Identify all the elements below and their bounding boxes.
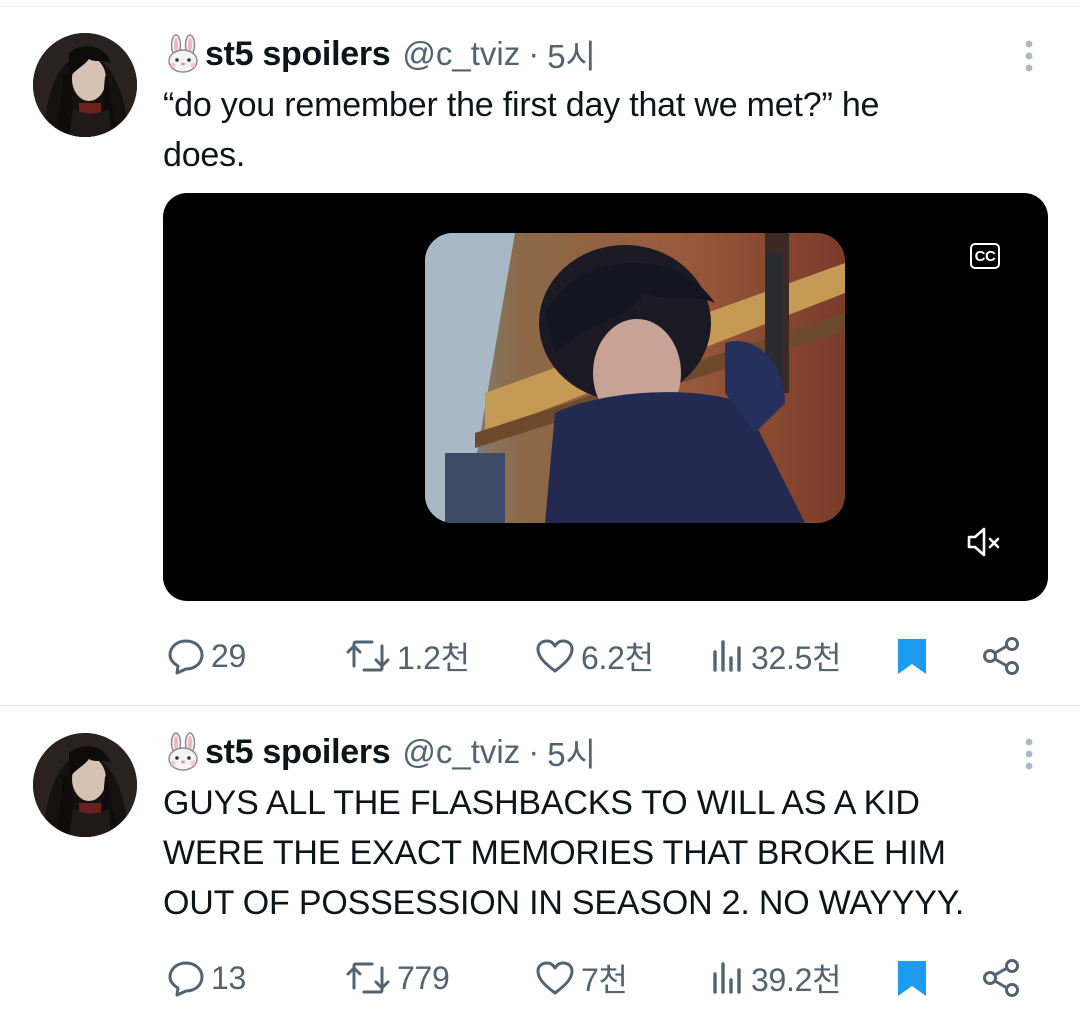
separator-dot: · xyxy=(528,35,540,72)
repost-icon xyxy=(346,640,390,672)
like-count: 7천 xyxy=(581,962,628,998)
share-icon xyxy=(983,959,1019,997)
share-icon xyxy=(983,637,1019,675)
view-count: 32.5천 xyxy=(751,640,842,676)
reply-count: 13 xyxy=(211,959,246,996)
repost-icon xyxy=(346,962,390,994)
repost-count: 1.2천 xyxy=(397,640,470,676)
views-chart-icon xyxy=(713,640,741,672)
tweet-text-line: WERE THE EXACT MEMORIES THAT BROKE HIM xyxy=(163,834,946,872)
views-button[interactable]: 32.5천 xyxy=(711,628,842,684)
like-button[interactable]: 7천 xyxy=(535,950,628,1006)
author-handle[interactable]: @c_tviz xyxy=(402,35,520,73)
video-player[interactable]: CC xyxy=(163,193,1048,601)
reply-count: 29 xyxy=(211,637,246,674)
more-options-icon[interactable] xyxy=(1022,38,1036,78)
tweet-actions: 13 779 7천 39.2천 xyxy=(163,950,1043,1006)
video-frame[interactable] xyxy=(425,233,845,523)
reply-icon xyxy=(168,639,204,675)
reply-button[interactable]: 13 xyxy=(167,950,246,1006)
tweet-text: “do you remember the first day that we m… xyxy=(163,80,1043,180)
like-count: 6.2천 xyxy=(581,640,654,676)
tweet-actions: 29 1.2천 6.2천 32.5천 xyxy=(163,628,1043,684)
repost-count: 779 xyxy=(397,959,450,996)
like-button[interactable]: 6.2천 xyxy=(535,628,654,684)
tweet-text-line: OUT OF POSSESSION IN SEASON 2. NO WAYYYY… xyxy=(163,884,965,922)
tweet[interactable]: st5 spoilers @c_tviz · 5시 “do you rememb… xyxy=(0,8,1080,705)
share-button[interactable] xyxy=(981,628,1023,684)
timestamp[interactable]: 5시 xyxy=(547,728,596,776)
tweet-text-line: GUYS ALL THE FLASHBACKS TO WILL AS A KID xyxy=(163,784,920,822)
repost-button[interactable]: 779 xyxy=(345,950,450,1006)
top-divider xyxy=(0,6,1080,7)
avatar[interactable] xyxy=(33,33,137,137)
more-options-icon[interactable] xyxy=(1022,736,1036,776)
reply-icon xyxy=(168,961,204,997)
timestamp[interactable]: 5시 xyxy=(547,30,596,78)
avatar[interactable] xyxy=(33,733,137,837)
views-chart-icon xyxy=(713,962,741,994)
author-handle[interactable]: @c_tviz xyxy=(402,733,520,771)
author-name[interactable]: st5 spoilers xyxy=(205,35,391,74)
separator-dot: · xyxy=(528,733,540,770)
reply-button[interactable]: 29 xyxy=(167,628,246,684)
share-button[interactable] xyxy=(981,950,1023,1006)
repost-button[interactable]: 1.2천 xyxy=(345,628,470,684)
tweet[interactable]: st5 spoilers @c_tviz · 5시 GUYS ALL THE F… xyxy=(0,706,1080,1030)
bookmark-button[interactable] xyxy=(895,628,929,684)
rabbit-face-icon xyxy=(163,732,203,772)
views-button[interactable]: 39.2천 xyxy=(711,950,842,1006)
bookmark-button[interactable] xyxy=(895,950,929,1006)
closed-captions-button[interactable]: CC xyxy=(970,243,1000,269)
tweet-text-line: does. xyxy=(163,136,246,174)
tweet-text-line: “do you remember the first day that we m… xyxy=(163,86,880,124)
heart-icon xyxy=(536,961,574,995)
tweet-header: st5 spoilers @c_tviz · 5시 xyxy=(163,728,596,776)
author-name[interactable]: st5 spoilers xyxy=(205,733,391,772)
view-count: 39.2천 xyxy=(751,962,842,998)
tweet-header: st5 spoilers @c_tviz · 5시 xyxy=(163,30,596,78)
bookmark-filled-icon xyxy=(898,639,926,674)
tweet-text: GUYS ALL THE FLASHBACKS TO WILL AS A KID… xyxy=(163,778,1043,928)
rabbit-face-icon xyxy=(163,34,203,74)
muted-speaker-icon[interactable] xyxy=(966,525,1002,559)
bookmark-filled-icon xyxy=(898,961,926,996)
heart-icon xyxy=(536,639,574,673)
